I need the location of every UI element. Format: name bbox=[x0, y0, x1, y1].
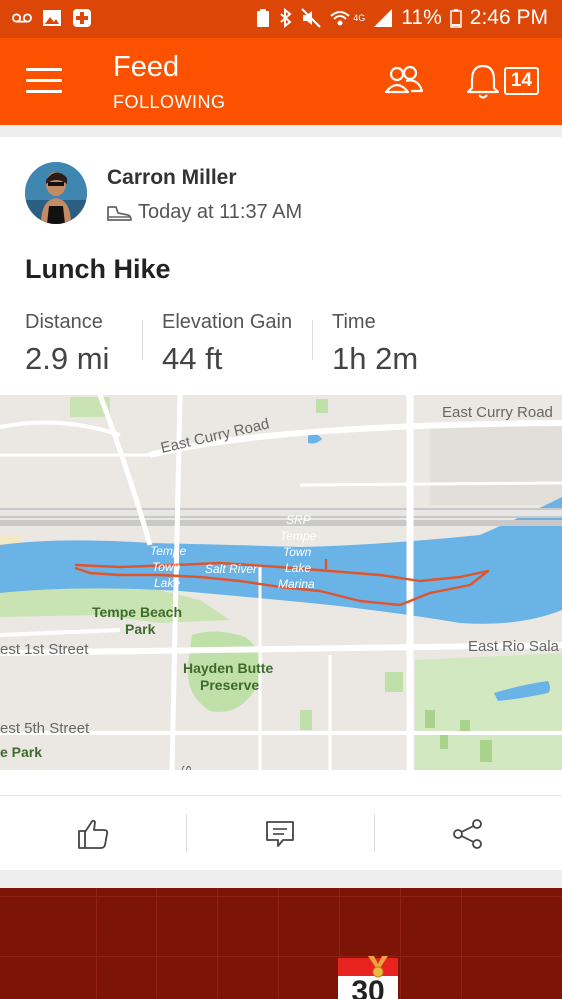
map-label-lake: Lake bbox=[154, 576, 180, 590]
calendar-grid-line bbox=[217, 888, 218, 999]
menu-icon[interactable] bbox=[26, 68, 62, 94]
comment-button[interactable] bbox=[187, 796, 373, 871]
map-label-hayden-butte: Hayden Butte bbox=[183, 660, 273, 676]
kudos-button[interactable] bbox=[0, 796, 186, 871]
comment-icon bbox=[266, 820, 294, 847]
stat-divider bbox=[312, 320, 313, 360]
feed-filter-dropdown[interactable]: FOLLOWING bbox=[113, 92, 226, 113]
map-label-town: Town bbox=[152, 560, 181, 574]
calendar-grid-line bbox=[278, 888, 279, 999]
battery-percent: 11% bbox=[401, 6, 442, 29]
calendar-grid-line bbox=[0, 956, 562, 957]
map-label-srp-tempe: Tempe bbox=[280, 529, 317, 543]
stat-label: Elevation Gain bbox=[162, 311, 293, 333]
activity-map[interactable]: East Curry Road East Curry Road SRP Temp… bbox=[0, 395, 562, 770]
status-bar: 4G 11% 2:46 PM bbox=[0, 0, 562, 38]
battery-saver-icon bbox=[257, 9, 270, 27]
calendar-grid-line bbox=[400, 888, 401, 999]
network-type: 4G bbox=[353, 13, 366, 23]
hiking-shoe-icon bbox=[107, 206, 132, 221]
share-icon bbox=[453, 818, 482, 849]
image-icon bbox=[43, 10, 61, 26]
activity-title[interactable]: Lunch Hike bbox=[25, 254, 171, 285]
map-label-preserve: Preserve bbox=[200, 677, 259, 693]
map-label-tempe: Tempe bbox=[150, 544, 187, 558]
avatar[interactable] bbox=[25, 162, 87, 224]
map-label-srp: SRP bbox=[286, 513, 311, 527]
stat-value: 1h 2m bbox=[332, 341, 419, 376]
map-label-east-1st-street: est 1st Street bbox=[0, 641, 89, 658]
health-icon bbox=[73, 9, 91, 27]
battery-icon bbox=[450, 9, 462, 28]
notifications-icon[interactable] bbox=[466, 62, 500, 100]
stat-label: Time bbox=[332, 311, 376, 333]
map-label-srp-marina: Marina bbox=[278, 577, 315, 591]
map-label-east-5th-street: est 5th Street bbox=[0, 720, 90, 737]
calendar-grid-line bbox=[461, 888, 462, 999]
bluetooth-icon bbox=[280, 8, 292, 28]
map-label-e-park: e Park bbox=[0, 744, 42, 760]
app-bar: Feed FOLLOWING 14 bbox=[0, 38, 562, 125]
medal-icon bbox=[368, 956, 388, 978]
map-label-tempe-beach: Tempe Beach bbox=[92, 604, 182, 620]
page-title: Feed bbox=[113, 51, 180, 83]
share-button[interactable] bbox=[375, 796, 561, 871]
map-label-srp-town: Town bbox=[283, 545, 312, 559]
calendar-grid-line bbox=[0, 896, 562, 897]
voicemail-icon bbox=[12, 13, 32, 23]
activity-actions bbox=[0, 795, 562, 870]
mute-icon bbox=[301, 8, 321, 28]
signal-icon bbox=[374, 9, 393, 27]
stat-value: 2.9 mi bbox=[25, 341, 110, 376]
wifi-icon bbox=[330, 11, 350, 26]
map-label-east-curry-road-2: East Curry Road bbox=[442, 404, 553, 421]
activity-timestamp: Today at 11:37 AM bbox=[138, 201, 303, 223]
activity-card[interactable]: Carron Miller Today at 11:37 AM Lunch Hi… bbox=[0, 137, 562, 870]
calendar-grid-line bbox=[156, 888, 157, 999]
challenge-card[interactable]: 30 bbox=[0, 888, 562, 999]
map-label-srp-lake: Lake bbox=[285, 561, 311, 575]
stat-divider bbox=[142, 320, 143, 360]
stat-time: Time 1h 2m bbox=[332, 311, 418, 377]
stat-distance: Distance 2.9 mi bbox=[25, 311, 109, 377]
calendar-day: 30 bbox=[351, 975, 385, 999]
notification-count-badge[interactable]: 14 bbox=[504, 67, 539, 95]
stat-elevation: Elevation Gain 44 ft bbox=[162, 311, 292, 377]
map-label-salt-river: Salt River bbox=[205, 562, 258, 576]
map-label-east-rio-salado: East Rio Sala bbox=[468, 638, 560, 655]
map-label-s: S bbox=[179, 765, 194, 770]
find-friends-icon[interactable] bbox=[384, 64, 424, 98]
map-label-park: Park bbox=[125, 621, 156, 637]
calendar-grid-line bbox=[96, 888, 97, 999]
clock: 2:46 PM bbox=[469, 6, 548, 29]
stat-value: 44 ft bbox=[162, 341, 223, 376]
thumbs-up-icon bbox=[78, 819, 109, 849]
stat-label: Distance bbox=[25, 311, 103, 333]
athlete-name[interactable]: Carron Miller bbox=[107, 166, 237, 190]
